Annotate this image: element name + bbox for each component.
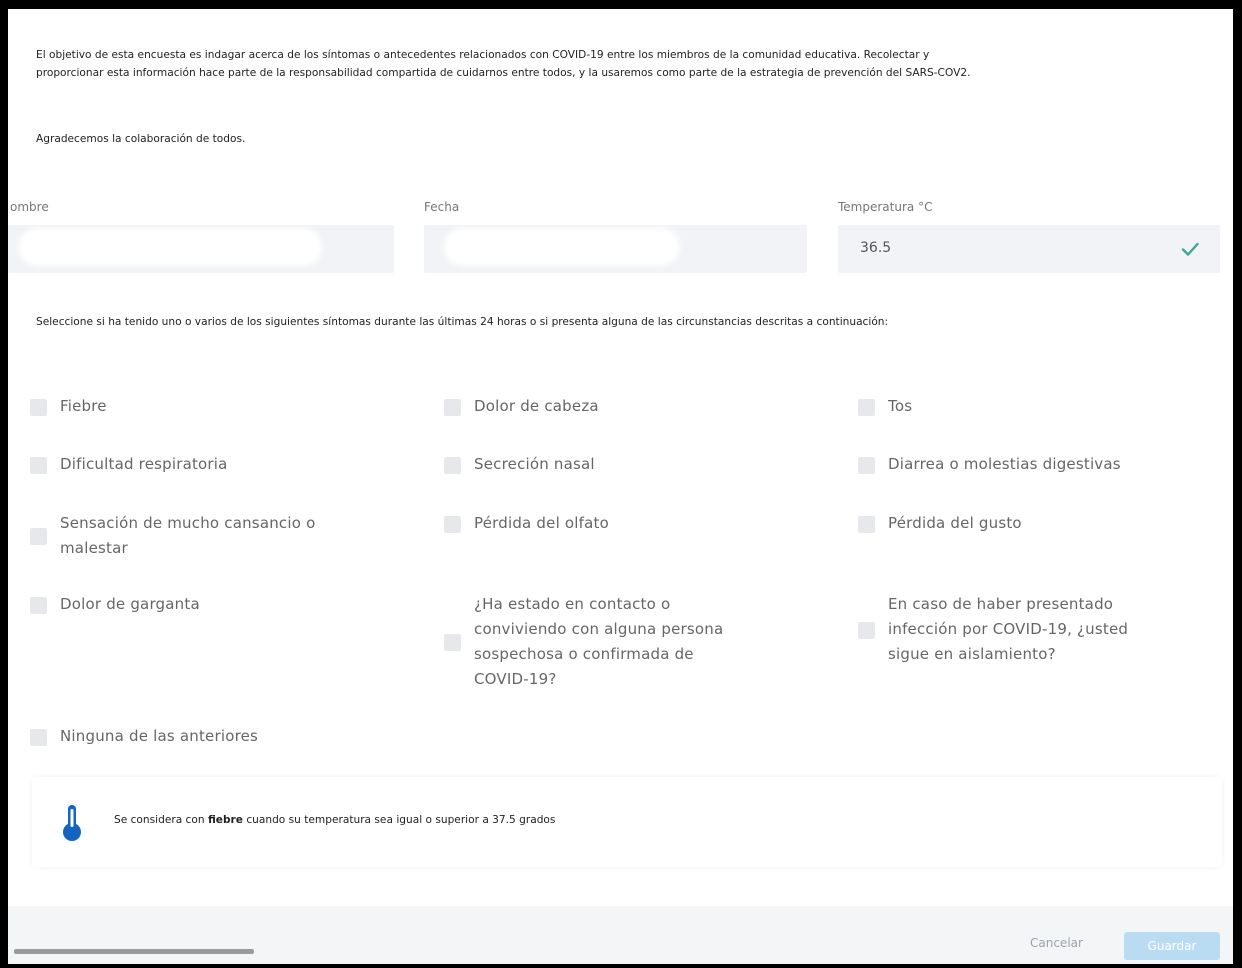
instructions-text: Seleccione si ha tenido uno o varios de …	[36, 316, 889, 328]
temperatura-label: Temperatura °C	[838, 200, 933, 214]
check-icon	[1181, 242, 1199, 256]
option-label: Pérdida del olfato	[474, 514, 609, 532]
option-checkbox[interactable]	[858, 457, 875, 474]
option-checkbox[interactable]	[444, 516, 461, 533]
nombre-input[interactable]	[8, 225, 394, 273]
fever-note-text: Se considera con fiebre cuando su temper…	[114, 814, 555, 826]
note-bold: fiebre	[207, 814, 243, 826]
option-checkbox[interactable]	[30, 729, 47, 746]
option-label: Fiebre	[60, 397, 107, 415]
temperatura-value: 36.5	[860, 240, 892, 256]
temperatura-input[interactable]: 36.5	[838, 225, 1220, 273]
option-label: Diarrea o molestias digestivas	[888, 455, 1121, 473]
option-checkbox[interactable]	[858, 622, 875, 639]
option-checkbox[interactable]	[30, 457, 47, 474]
option-label: Dificultad respiratoria	[60, 455, 228, 473]
thanks-text: Agradecemos la colaboración de todos.	[36, 133, 246, 145]
option-label: Pérdida del gusto	[888, 514, 1022, 532]
option-checkbox[interactable]	[444, 399, 461, 416]
redacted-value	[448, 232, 676, 262]
fever-note: Se considera con fiebre cuando su temper…	[32, 777, 1222, 867]
footer-bar: Cancelar Guardar	[8, 906, 1233, 964]
save-button[interactable]: Guardar	[1124, 932, 1220, 960]
note-prefix: Se considera con	[114, 814, 208, 826]
option-checkbox[interactable]	[444, 457, 461, 474]
option-label: Dolor de garganta	[60, 595, 200, 613]
survey-form: El objetivo de esta encuesta es indagar …	[0, 0, 1242, 968]
redacted-value	[22, 232, 318, 262]
fecha-input[interactable]	[424, 225, 807, 273]
intro-text: El objetivo de esta encuesta es indagar …	[36, 46, 1216, 82]
intro-line-1: El objetivo de esta encuesta es indagar …	[36, 49, 930, 61]
nombre-label: ombre	[10, 200, 49, 214]
fecha-label: Fecha	[424, 200, 460, 214]
horizontal-scrollbar[interactable]	[14, 949, 254, 954]
option-checkbox[interactable]	[30, 399, 47, 416]
option-label: Ninguna de las anteriores	[60, 727, 259, 745]
option-label: En caso de haber presentado infección po…	[888, 595, 1129, 663]
option-label: Dolor de cabeza	[474, 397, 599, 415]
intro-line-2: proporcionar esta información hace parte…	[36, 67, 971, 79]
option-label: Sensación de mucho cansancio o malestar	[60, 514, 316, 557]
option-label: Tos	[888, 397, 913, 415]
option-label: Secreción nasal	[474, 455, 595, 473]
option-checkbox[interactable]	[858, 399, 875, 416]
cancel-button[interactable]: Cancelar	[1030, 936, 1083, 950]
note-suffix: cuando su temperatura sea igual o superi…	[242, 814, 556, 826]
option-label: ¿Ha estado en contacto o conviviendo con…	[474, 595, 724, 688]
option-checkbox[interactable]	[444, 634, 461, 651]
thermometer-icon	[63, 805, 81, 841]
option-checkbox[interactable]	[30, 528, 47, 545]
option-checkbox[interactable]	[30, 597, 47, 614]
option-checkbox[interactable]	[858, 516, 875, 533]
